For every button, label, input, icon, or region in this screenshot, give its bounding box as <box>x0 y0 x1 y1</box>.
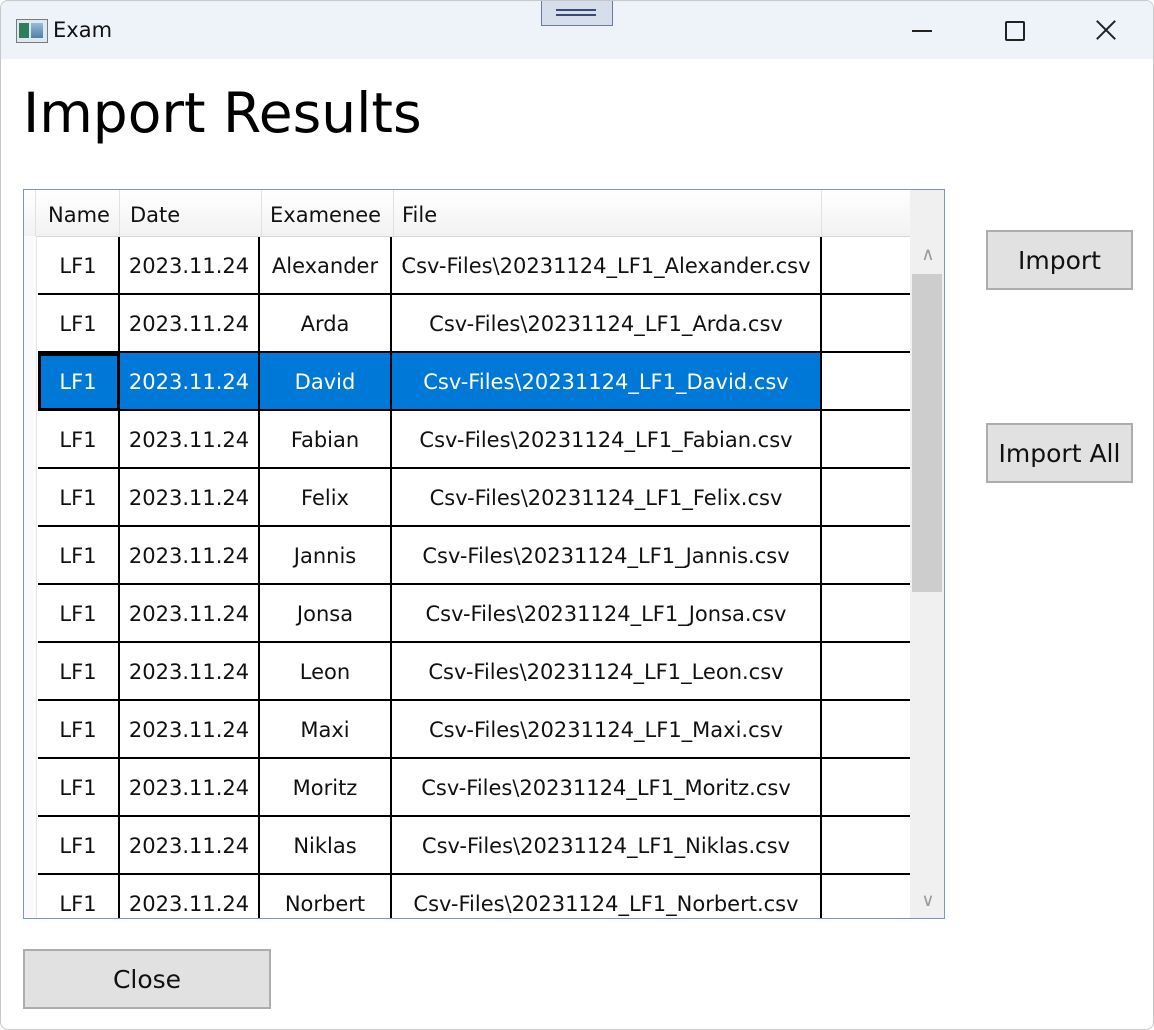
cell-name[interactable]: LF1 <box>38 411 120 469</box>
cell-date[interactable]: 2023.11.24 <box>120 875 260 918</box>
scrollbar-thumb[interactable] <box>912 274 942 592</box>
cell-name[interactable]: LF1 <box>38 295 120 353</box>
table-row[interactable]: LF1 2023.11.24 Jonsa Csv-Files\20231124_LF1… <box>36 585 912 643</box>
cell-file[interactable]: Csv-Files\20231124_LF1_David.csv <box>392 353 822 411</box>
cell-filler[interactable] <box>822 875 912 918</box>
cell-file[interactable]: Csv-Files\20231124_LF1_Felix.csv <box>392 469 822 527</box>
column-header-file[interactable]: File <box>394 190 822 236</box>
table-row[interactable]: LF1 2023.11.24 Leon Csv-Files\20231124_LF1_… <box>36 643 912 701</box>
cell-examenee[interactable]: Felix <box>260 469 392 527</box>
cell-filler[interactable] <box>822 353 912 411</box>
cell-examenee[interactable]: Jannis <box>260 527 392 585</box>
cell-date[interactable]: 2023.11.24 <box>120 759 260 817</box>
snap-grip-handle[interactable] <box>541 1 613 26</box>
cell-date[interactable]: 2023.11.24 <box>120 295 260 353</box>
cell-name[interactable]: LF1 <box>38 817 120 875</box>
cell-examenee[interactable]: Jonsa <box>260 585 392 643</box>
table-row[interactable]: LF1 2023.11.24 Niklas Csv-Files\20231124_LF… <box>36 817 912 875</box>
cell-name[interactable]: LF1 <box>38 643 120 701</box>
app-icon <box>16 19 48 43</box>
maximize-icon <box>1005 21 1025 41</box>
cell-file[interactable]: Csv-Files\20231124_LF1_Maxi.csv <box>392 701 822 759</box>
table-row[interactable]: LF1 2023.11.24 Norbert Csv-Files\20231124_L… <box>36 875 912 918</box>
cell-name[interactable]: LF1 <box>38 527 120 585</box>
title-bar[interactable]: Exam <box>1 1 1153 59</box>
cell-date[interactable]: 2023.11.24 <box>120 527 260 585</box>
cell-examenee[interactable]: Moritz <box>260 759 392 817</box>
header-corner <box>24 190 36 236</box>
table-row[interactable]: LF1 2023.11.24 Fabian Csv-Files\20231124_LF… <box>36 411 912 469</box>
cell-filler[interactable] <box>822 237 912 295</box>
cell-name[interactable]: LF1 <box>38 353 120 411</box>
cell-date[interactable]: 2023.11.24 <box>120 411 260 469</box>
cell-filler[interactable] <box>822 701 912 759</box>
table-row[interactable]: LF1 2023.11.24 Moritz Csv-Files\20231124_LF… <box>36 759 912 817</box>
cell-name[interactable]: LF1 <box>38 469 120 527</box>
cell-filler[interactable] <box>822 585 912 643</box>
cell-date[interactable]: 2023.11.24 <box>120 643 260 701</box>
cell-file[interactable]: Csv-Files\20231124_LF1_Arda.csv <box>392 295 822 353</box>
cell-examenee[interactable]: David <box>260 353 392 411</box>
cell-date[interactable]: 2023.11.24 <box>120 237 260 295</box>
cell-name[interactable]: LF1 <box>38 759 120 817</box>
window-title: Exam <box>53 18 113 42</box>
cell-date[interactable]: 2023.11.24 <box>120 701 260 759</box>
table-row[interactable]: LF1 2023.11.24 Arda Csv-Files\20231124_LF1_… <box>36 295 912 353</box>
cell-name[interactable]: LF1 <box>38 237 120 295</box>
cell-filler[interactable] <box>822 527 912 585</box>
cell-examenee[interactable]: Fabian <box>260 411 392 469</box>
results-grid[interactable]: Name Date Examenee File LF1 2023.11.24 Ale… <box>23 189 945 919</box>
cell-examenee[interactable]: Norbert <box>260 875 392 918</box>
cell-name[interactable]: LF1 <box>38 701 120 759</box>
cell-file[interactable]: Csv-Files\20231124_LF1_Moritz.csv <box>392 759 822 817</box>
cell-file[interactable]: Csv-Files\20231124_LF1_Alexander.csv <box>392 237 822 295</box>
cell-filler[interactable] <box>822 643 912 701</box>
cell-examenee[interactable]: Maxi <box>260 701 392 759</box>
cell-file[interactable]: Csv-Files\20231124_LF1_Jannis.csv <box>392 527 822 585</box>
cell-filler[interactable] <box>822 817 912 875</box>
column-header-name[interactable]: Name <box>40 190 120 236</box>
cell-file[interactable]: Csv-Files\20231124_LF1_Jonsa.csv <box>392 585 822 643</box>
cell-date[interactable]: 2023.11.24 <box>120 585 260 643</box>
maximize-button[interactable] <box>969 1 1061 59</box>
vertical-scrollbar[interactable]: ∧ ∨ <box>910 190 944 918</box>
column-header-examenee[interactable]: Examenee <box>262 190 394 236</box>
import-all-button[interactable]: Import All <box>986 423 1133 483</box>
column-header-date[interactable]: Date <box>122 190 262 236</box>
cell-file[interactable]: Csv-Files\20231124_LF1_Fabian.csv <box>392 411 822 469</box>
exam-window: Exam Import Results Name Date Examenee F… <box>0 0 1154 1030</box>
cell-file[interactable]: Csv-Files\20231124_LF1_Norbert.csv <box>392 875 822 918</box>
scroll-up-icon[interactable]: ∧ <box>920 244 936 265</box>
cell-examenee[interactable]: Leon <box>260 643 392 701</box>
close-button[interactable]: Close <box>23 949 271 1009</box>
column-header-filler <box>822 190 910 236</box>
cell-name[interactable]: LF1 <box>38 875 120 918</box>
grid-header: Name Date Examenee File <box>24 190 910 237</box>
cell-filler[interactable] <box>822 469 912 527</box>
cell-filler[interactable] <box>822 759 912 817</box>
table-row[interactable]: LF1 2023.11.24 Felix Csv-Files\20231124_LF1… <box>36 469 912 527</box>
minimize-icon <box>912 30 932 32</box>
table-row[interactable]: LF1 2023.11.24 Jannis Csv-Files\20231124_LF… <box>36 527 912 585</box>
cell-examenee[interactable]: Alexander <box>260 237 392 295</box>
table-row[interactable]: LF1 2023.11.24 Alexander Csv-Files\20231124… <box>36 237 912 295</box>
import-button[interactable]: Import <box>986 230 1133 290</box>
scroll-down-icon[interactable]: ∨ <box>920 890 936 911</box>
page-title: Import Results <box>23 81 422 145</box>
cell-filler[interactable] <box>822 411 912 469</box>
cell-date[interactable]: 2023.11.24 <box>120 817 260 875</box>
minimize-button[interactable] <box>877 1 969 59</box>
close-window-button[interactable] <box>1061 1 1153 59</box>
cell-filler[interactable] <box>822 295 912 353</box>
cell-examenee[interactable]: Arda <box>260 295 392 353</box>
table-row[interactable]: LF1 2023.11.24 David Csv-Files\20231124_LF1… <box>36 353 912 411</box>
cell-date[interactable]: 2023.11.24 <box>120 353 260 411</box>
table-row[interactable]: LF1 2023.11.24 Maxi Csv-Files\20231124_LF1_… <box>36 701 912 759</box>
cell-file[interactable]: Csv-Files\20231124_LF1_Leon.csv <box>392 643 822 701</box>
cell-date[interactable]: 2023.11.24 <box>120 469 260 527</box>
cell-name[interactable]: LF1 <box>38 585 120 643</box>
cell-file[interactable]: Csv-Files\20231124_LF1_Niklas.csv <box>392 817 822 875</box>
cell-examenee[interactable]: Niklas <box>260 817 392 875</box>
